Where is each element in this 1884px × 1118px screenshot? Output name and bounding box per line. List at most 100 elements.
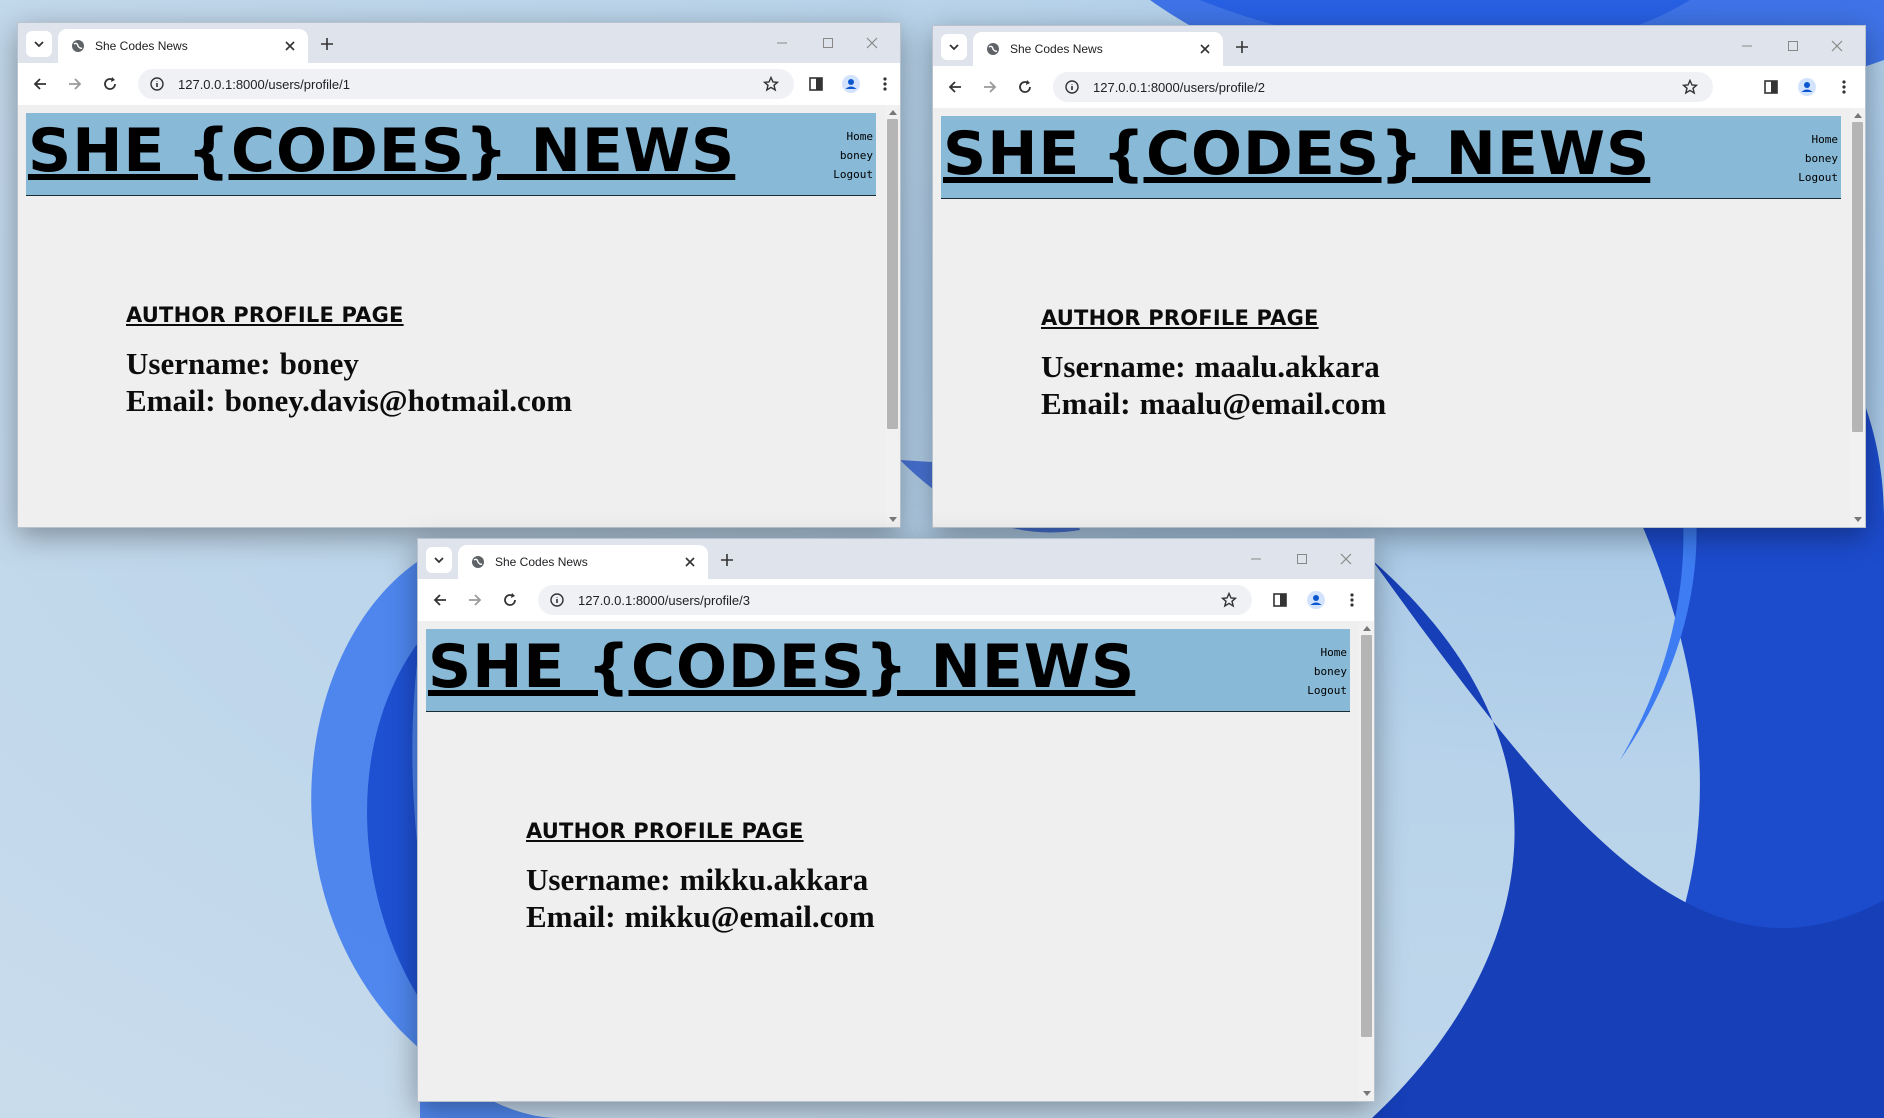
close-icon[interactable] [680, 552, 700, 572]
nav-logout-link[interactable]: Logout [1798, 168, 1838, 187]
email-line: Email: maalu@email.com [1041, 385, 1386, 422]
arrow-right-icon[interactable] [63, 72, 87, 96]
browser-tab[interactable]: She Codes News [973, 32, 1223, 66]
profile-icon[interactable] [839, 72, 863, 96]
kebab-menu-icon[interactable] [873, 72, 897, 96]
scroll-thumb[interactable] [1852, 122, 1863, 432]
username-label: Username: [1041, 349, 1186, 384]
arrow-left-icon[interactable] [943, 75, 967, 99]
profile-icon[interactable] [1304, 588, 1328, 612]
browser-toolbar: 127.0.0.1:8000/users/profile/3 [418, 579, 1374, 621]
nav-home-link[interactable]: Home [1798, 130, 1839, 149]
star-icon[interactable] [1218, 589, 1240, 611]
username-label: Username: [126, 346, 271, 381]
site-nav: Home boney Logout [1798, 130, 1838, 187]
reload-icon[interactable] [1013, 75, 1037, 99]
minimize-icon[interactable] [1236, 545, 1276, 573]
minimize-icon[interactable] [1727, 32, 1767, 60]
nav-user-link[interactable]: boney [1798, 149, 1838, 168]
author-profile: AUTHOR PROFILE PAGE Username: mikku.akkar… [526, 819, 875, 935]
site-header: SHE {CODES} NEWS Home boney Logout [426, 629, 1350, 712]
author-profile: AUTHOR PROFILE PAGE Username: maalu.akkar… [1041, 306, 1386, 422]
scroll-down-icon[interactable] [1850, 513, 1865, 527]
vertical-scrollbar[interactable] [1359, 621, 1374, 1101]
site-title-link[interactable]: SHE {CODES} NEWS [428, 637, 1135, 697]
address-bar[interactable]: 127.0.0.1:8000/users/profile/1 [138, 69, 794, 99]
site-header: SHE {CODES} NEWS Home boney Logout [941, 116, 1841, 199]
star-icon[interactable] [760, 73, 782, 95]
side-panel-icon[interactable] [804, 72, 828, 96]
tab-title: She Codes News [95, 39, 188, 53]
nav-logout-link[interactable]: Logout [833, 165, 873, 184]
info-icon[interactable] [548, 591, 566, 609]
reload-icon[interactable] [498, 588, 522, 612]
site-nav: Home boney Logout [833, 127, 873, 184]
profile-icon[interactable] [1795, 75, 1819, 99]
page-content: SHE {CODES} NEWS Home boney Logout AUTHO… [18, 105, 900, 527]
arrow-right-icon[interactable] [463, 588, 487, 612]
kebab-menu-icon[interactable] [1832, 75, 1856, 99]
arrow-right-icon[interactable] [978, 75, 1002, 99]
nav-home-link[interactable]: Home [1307, 643, 1348, 662]
site-title-link[interactable]: SHE {CODES} NEWS [943, 124, 1650, 184]
maximize-icon[interactable] [1773, 32, 1813, 60]
info-icon[interactable] [148, 75, 166, 93]
nav-home-link[interactable]: Home [833, 127, 874, 146]
close-icon[interactable] [280, 36, 300, 56]
arrow-left-icon[interactable] [28, 72, 52, 96]
scroll-down-icon[interactable] [1359, 1087, 1374, 1101]
close-icon[interactable] [1195, 39, 1215, 59]
email-line: Email: boney.davis@hotmail.com [126, 382, 572, 419]
star-icon[interactable] [1679, 76, 1701, 98]
vertical-scrollbar[interactable] [885, 105, 900, 527]
plus-icon[interactable] [315, 32, 339, 56]
username-value: maalu.akkara [1194, 349, 1380, 384]
arrow-left-icon[interactable] [428, 588, 452, 612]
scroll-down-icon[interactable] [885, 513, 900, 527]
window-close-icon[interactable] [1326, 545, 1366, 573]
nav-logout-link[interactable]: Logout [1307, 681, 1347, 700]
plus-icon[interactable] [1230, 35, 1254, 59]
plus-icon[interactable] [715, 548, 739, 572]
browser-tab[interactable]: She Codes News [458, 545, 708, 579]
nav-user-link[interactable]: boney [1307, 662, 1347, 681]
minimize-icon[interactable] [762, 29, 802, 57]
page-content: SHE {CODES} NEWS Home boney Logout AUTHO… [418, 621, 1374, 1101]
email-label: Email: [1041, 386, 1131, 421]
chevron-down-icon[interactable] [26, 31, 52, 57]
url-text: 127.0.0.1:8000/users/profile/2 [1093, 79, 1266, 95]
scroll-up-icon[interactable] [1359, 621, 1374, 635]
side-panel-icon[interactable] [1268, 588, 1292, 612]
address-bar[interactable]: 127.0.0.1:8000/users/profile/2 [1053, 72, 1713, 102]
chevron-down-icon[interactable] [426, 547, 452, 573]
browser-window-1: She Codes News 127.0.0.1:8000/users/prof… [17, 22, 901, 528]
globe-icon [470, 554, 486, 570]
username-value: mikku.akkara [679, 862, 869, 897]
address-bar[interactable]: 127.0.0.1:8000/users/profile/3 [538, 585, 1252, 615]
maximize-icon[interactable] [1282, 545, 1322, 573]
url-text: 127.0.0.1:8000/users/profile/1 [178, 76, 351, 92]
vertical-scrollbar[interactable] [1850, 108, 1865, 527]
reload-icon[interactable] [98, 72, 122, 96]
chevron-down-icon[interactable] [941, 34, 967, 60]
tab-title: She Codes News [495, 555, 588, 569]
tab-strip: She Codes News [418, 539, 1374, 579]
profile-heading: AUTHOR PROFILE PAGE [126, 303, 404, 327]
scroll-up-icon[interactable] [1850, 108, 1865, 122]
side-panel-icon[interactable] [1759, 75, 1783, 99]
nav-user-link[interactable]: boney [833, 146, 873, 165]
window-close-icon[interactable] [852, 29, 892, 57]
url-text: 127.0.0.1:8000/users/profile/3 [578, 592, 751, 608]
profile-heading: AUTHOR PROFILE PAGE [1041, 306, 1319, 330]
browser-tab[interactable]: She Codes News [58, 29, 308, 63]
globe-icon [985, 41, 1001, 57]
scroll-thumb[interactable] [887, 119, 898, 429]
username-line: Username: boney [126, 345, 572, 382]
kebab-menu-icon[interactable] [1340, 588, 1364, 612]
scroll-thumb[interactable] [1361, 635, 1372, 1037]
site-title-link[interactable]: SHE {CODES} NEWS [28, 121, 735, 181]
info-icon[interactable] [1063, 78, 1081, 96]
window-close-icon[interactable] [1817, 32, 1857, 60]
maximize-icon[interactable] [808, 29, 848, 57]
scroll-up-icon[interactable] [885, 105, 900, 119]
